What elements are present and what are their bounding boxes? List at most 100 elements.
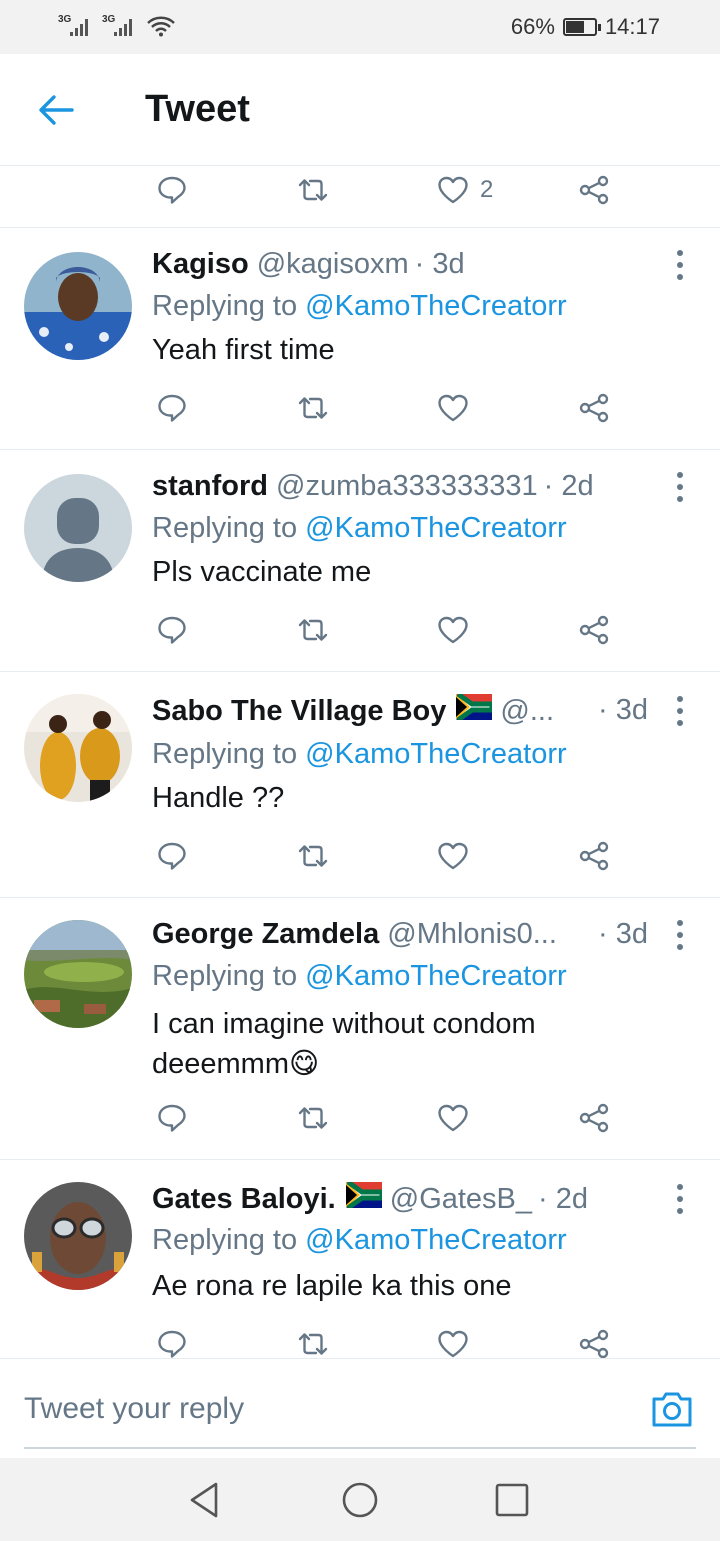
replying-to-prefix: Replying to (152, 512, 298, 544)
system-nav-bar (0, 1458, 720, 1541)
signal-2-icon: 3G (102, 14, 136, 38)
user-handle[interactable]: @zumba333333331 (276, 470, 538, 503)
like-icon (438, 1104, 468, 1132)
retweet-icon (298, 397, 328, 419)
avatar[interactable] (24, 1182, 132, 1290)
default-avatar-icon[interactable] (24, 474, 132, 582)
like-button[interactable]: 2 (436, 170, 493, 210)
retweet-button[interactable] (296, 1324, 330, 1358)
display-name[interactable]: Sabo The Village Boy (152, 695, 446, 728)
reply-button[interactable] (155, 388, 189, 428)
tweet-header: George Zamdela @Mhlonis0... (152, 918, 590, 951)
status-right: 66% 14:17 (511, 14, 660, 40)
like-button[interactable] (436, 388, 470, 428)
more-vertical-icon[interactable] (674, 250, 686, 280)
share-icon (579, 393, 609, 423)
avatar[interactable] (24, 252, 132, 360)
retweet-button[interactable] (296, 170, 330, 210)
share-icon (579, 1103, 609, 1133)
page-title: Tweet (145, 88, 250, 130)
retweet-button[interactable] (296, 1098, 330, 1138)
more-vertical-icon[interactable] (674, 920, 686, 950)
retweet-button[interactable] (296, 836, 330, 876)
mention-link[interactable]: @KamoTheCreatorr (305, 738, 567, 770)
share-button[interactable] (577, 1324, 611, 1358)
like-button[interactable] (436, 610, 470, 650)
camera-icon[interactable] (650, 1389, 694, 1429)
display-name[interactable]: stanford (152, 470, 268, 503)
reply-underline (24, 1447, 696, 1449)
mention-link[interactable]: @KamoTheCreatorr (305, 512, 567, 544)
share-button[interactable] (577, 170, 611, 210)
like-button[interactable] (436, 836, 470, 876)
signal-1-icon: 3G (58, 14, 92, 38)
reply-button[interactable] (155, 1098, 189, 1138)
reply-composer (0, 1358, 720, 1458)
like-icon (438, 176, 468, 204)
like-button[interactable] (436, 1324, 470, 1358)
display-name[interactable]: George Zamdela (152, 918, 379, 951)
avatar[interactable] (24, 920, 132, 1028)
retweet-icon (298, 179, 328, 201)
avatar[interactable] (24, 694, 132, 802)
mention-link[interactable]: @KamoTheCreatorr (305, 1224, 567, 1256)
reply-icon (158, 842, 186, 870)
retweet-button[interactable] (296, 610, 330, 650)
reply-button[interactable] (155, 610, 189, 650)
action-row (0, 610, 720, 650)
nav-back-icon[interactable] (186, 1480, 226, 1520)
tweet-time: · 2d (538, 1183, 589, 1215)
mention-link[interactable]: @KamoTheCreatorr (305, 290, 567, 322)
main-tweet-actions: 2 (0, 166, 720, 228)
tweet-text: Handle ?? (152, 782, 285, 814)
user-handle[interactable]: @Mhlonis0... (387, 918, 557, 951)
replying-to: Replying to @KamoTheCreatorr (152, 960, 567, 993)
reply-tweet[interactable]: stanford @zumba333333331 · 2d Replying t… (0, 450, 720, 672)
display-name[interactable]: Gates Baloyi. (152, 1183, 336, 1216)
share-button[interactable] (577, 388, 611, 428)
display-name[interactable]: Kagiso (152, 248, 249, 281)
battery-percent: 66% (510, 14, 555, 39)
like-icon (438, 842, 468, 870)
reply-tweet[interactable]: George Zamdela @Mhlonis0... · 3d Replyin… (0, 898, 720, 1160)
like-icon (438, 394, 468, 422)
replying-to: Replying to @KamoTheCreatorr (152, 1224, 567, 1257)
reply-icon (158, 1104, 186, 1132)
user-handle[interactable]: @kagisoxm (257, 248, 409, 281)
replying-to-prefix: Replying to (152, 960, 298, 992)
reply-input[interactable] (24, 1387, 584, 1431)
reply-icon (158, 1330, 186, 1358)
user-handle[interactable]: @GatesB_ (390, 1183, 532, 1216)
south-africa-flag (346, 1182, 382, 1208)
reply-tweet[interactable]: Gates Baloyi. @GatesB_ · 2d Replying to … (0, 1160, 720, 1358)
retweet-button[interactable] (296, 388, 330, 428)
mention-link[interactable]: @KamoTheCreatorr (305, 960, 567, 992)
reply-tweet[interactable]: Sabo The Village Boy @... · 3d Replying … (0, 672, 720, 898)
share-button[interactable] (577, 610, 611, 650)
battery-icon (562, 18, 601, 36)
reply-button[interactable] (155, 836, 189, 876)
share-button[interactable] (577, 1098, 611, 1138)
more-vertical-icon[interactable] (674, 1184, 686, 1214)
more-vertical-icon[interactable] (674, 696, 686, 726)
tweet-header: Kagiso @kagisoxm · 3d (152, 248, 648, 281)
reply-tweet[interactable]: Kagiso @kagisoxm · 3d Replying to @KamoT… (0, 228, 720, 450)
like-button[interactable] (436, 1098, 470, 1138)
share-button[interactable] (577, 836, 611, 876)
action-row (0, 1098, 720, 1138)
more-vertical-icon[interactable] (674, 472, 686, 502)
tweet-text: I can imagine without condom deeemmm😋 (152, 1008, 536, 1080)
tweet-header: stanford @zumba333333331 · 2d (152, 470, 648, 503)
tweet-time: · 3d (598, 918, 648, 950)
action-row: 2 (0, 170, 720, 210)
back-arrow-icon[interactable] (36, 92, 76, 128)
reply-button[interactable] (155, 1324, 189, 1358)
reply-button[interactable] (155, 170, 189, 210)
reply-icon (158, 616, 186, 644)
status-left: 3G 3G (58, 14, 176, 38)
nav-recents-icon[interactable] (492, 1480, 532, 1520)
user-handle[interactable]: @... (500, 695, 554, 728)
like-count: 2 (480, 176, 494, 203)
wifi-icon (147, 16, 175, 37)
nav-home-icon[interactable] (340, 1480, 380, 1520)
